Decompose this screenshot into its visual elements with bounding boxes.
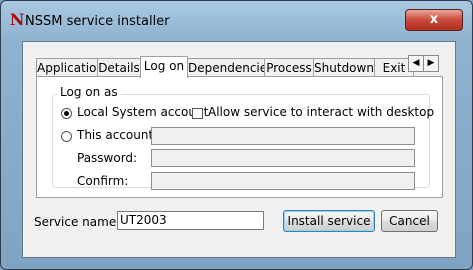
tab-dependencies[interactable]: Dependencies bbox=[187, 58, 273, 77]
tab-log-on[interactable]: Log on bbox=[140, 56, 188, 78]
tab-process[interactable]: Process bbox=[264, 58, 314, 77]
account-field[interactable] bbox=[151, 127, 415, 145]
this-account-label: This account: bbox=[77, 128, 158, 142]
tab-details[interactable]: Details bbox=[97, 58, 141, 77]
window-title: NSSM service installer bbox=[25, 14, 170, 29]
cancel-button[interactable]: Cancel bbox=[381, 210, 438, 232]
log-on-as-label: Log on as bbox=[57, 85, 121, 99]
confirm-label: Confirm: bbox=[77, 174, 129, 188]
dialog-client-area: Application Details Log on Dependencies … bbox=[22, 41, 456, 258]
service-name-label: Service name: bbox=[34, 215, 121, 229]
tab-scroll-right-icon[interactable]: ▶ bbox=[423, 55, 439, 72]
tab-scroll-left-icon[interactable]: ◀ bbox=[408, 55, 424, 72]
interact-desktop-checkbox[interactable] bbox=[192, 108, 203, 119]
nssm-logo-icon: N bbox=[9, 10, 25, 29]
local-system-radio[interactable] bbox=[61, 108, 72, 119]
password-field[interactable] bbox=[151, 149, 415, 167]
tab-application[interactable]: Application bbox=[36, 58, 104, 77]
close-button[interactable]: x bbox=[405, 9, 463, 31]
service-name-input[interactable]: UT2003 bbox=[117, 211, 264, 230]
password-label: Password: bbox=[77, 151, 138, 165]
install-service-button[interactable]: Install service bbox=[283, 210, 375, 232]
tab-shutdown[interactable]: Shutdown bbox=[313, 58, 375, 77]
this-account-radio[interactable] bbox=[61, 131, 72, 142]
interact-desktop-label: Allow service to interact with desktop bbox=[208, 105, 435, 119]
local-system-label: Local System account bbox=[77, 105, 209, 119]
nssm-installer-window: N NSSM service installer x Application D… bbox=[0, 0, 473, 270]
log-on-panel: Log on as Local System account Allow ser… bbox=[36, 76, 443, 198]
confirm-field[interactable] bbox=[151, 172, 415, 190]
